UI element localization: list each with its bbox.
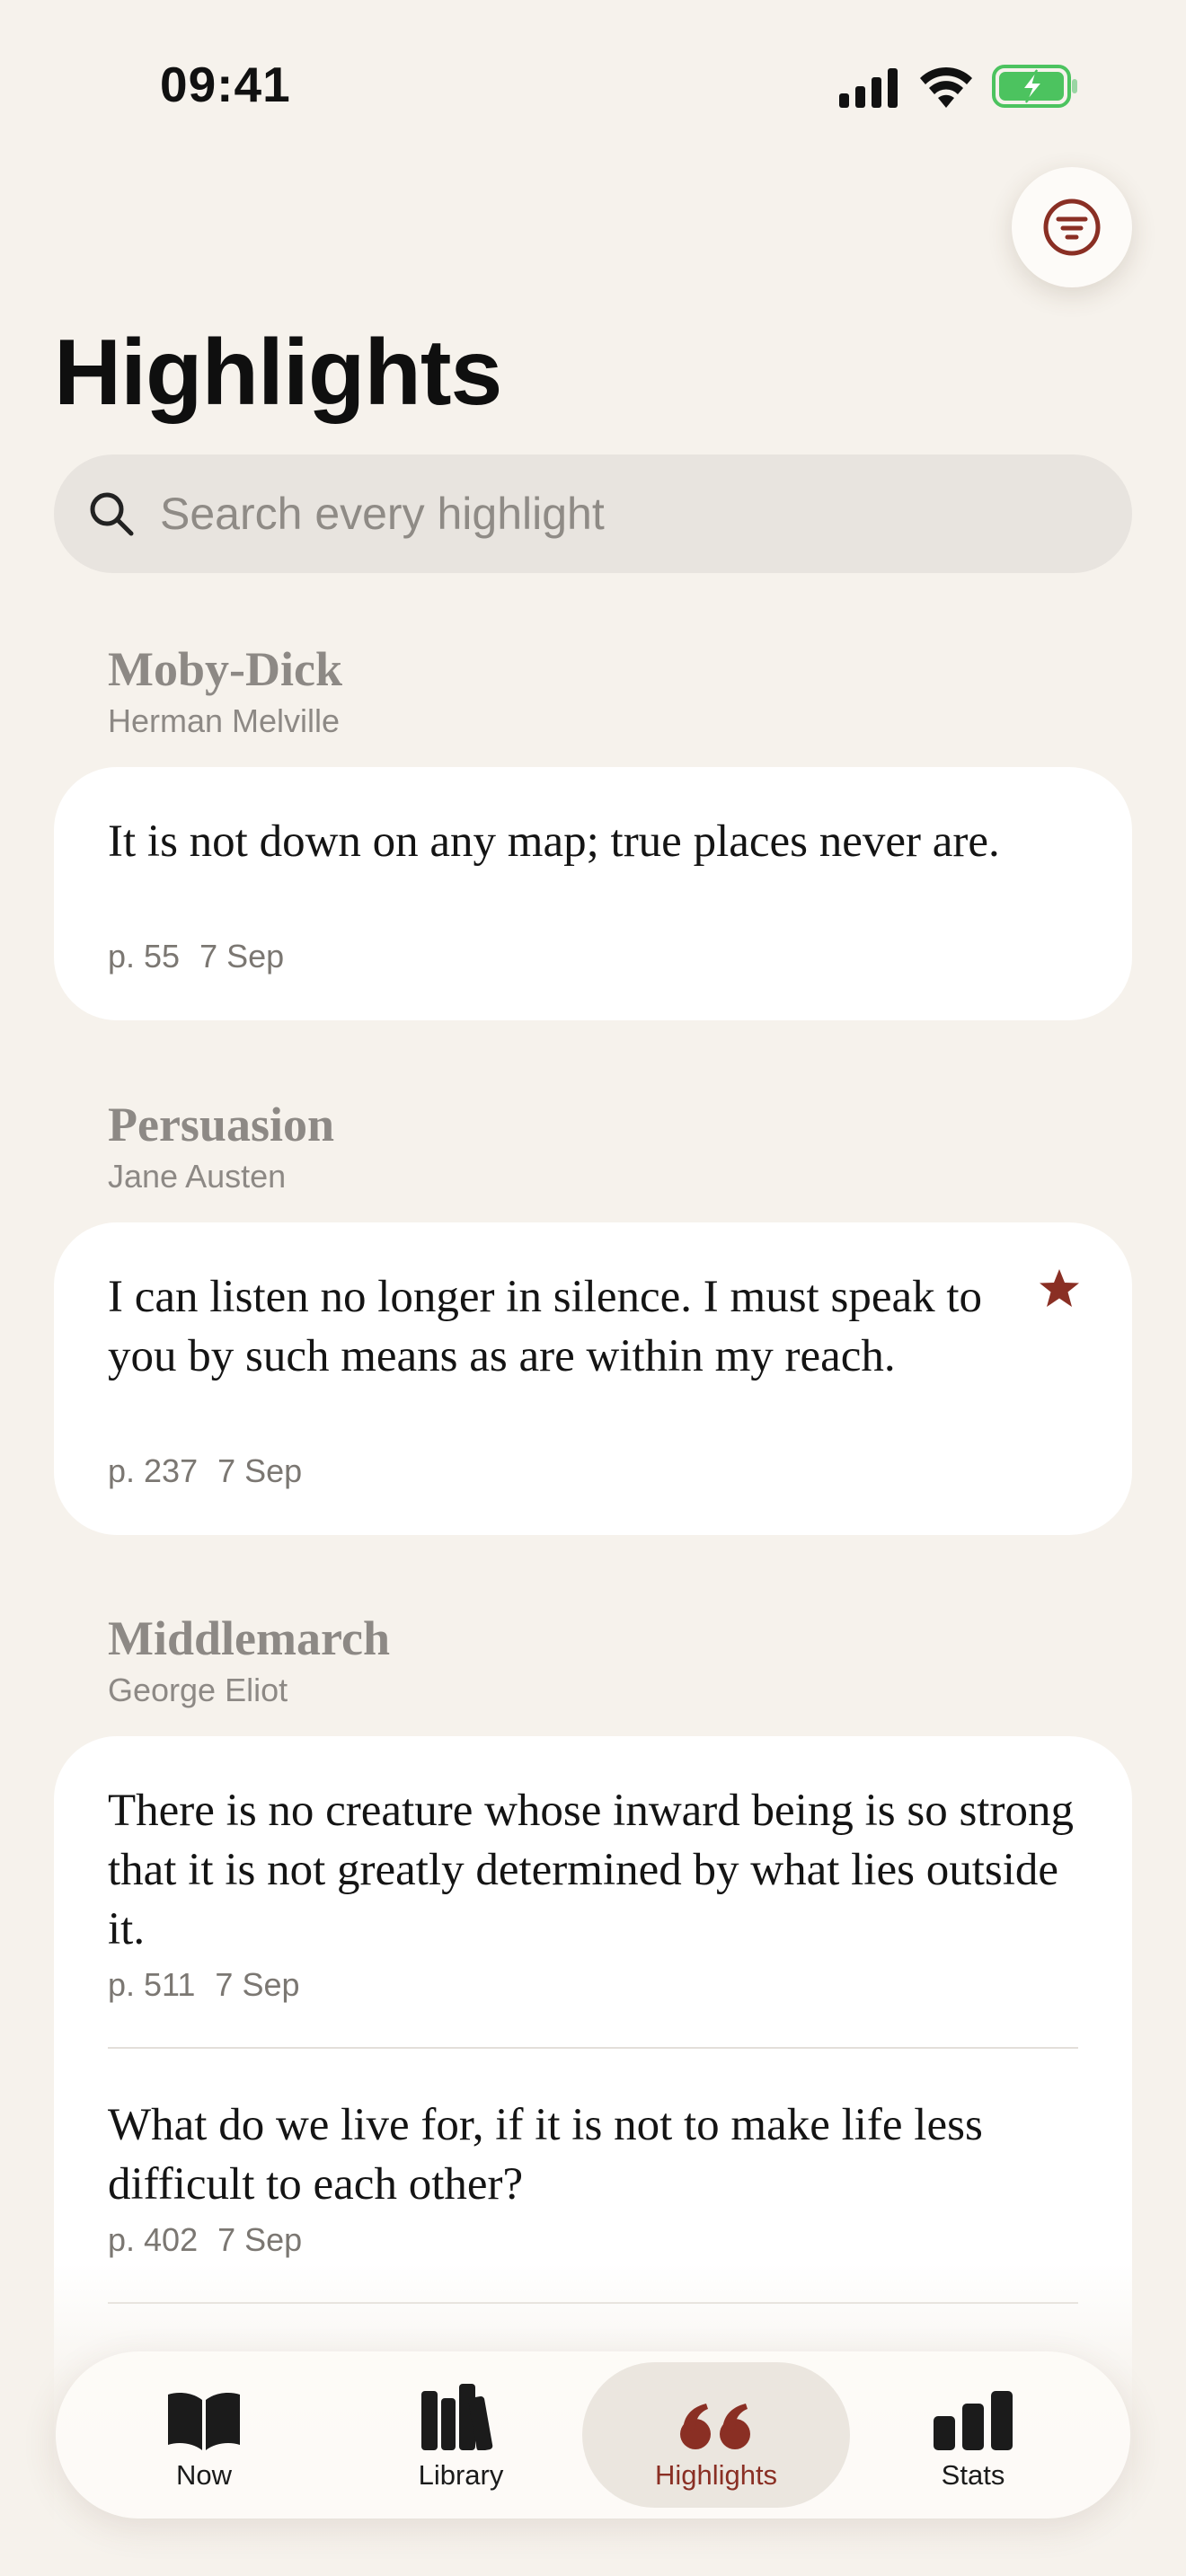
book-author: Jane Austen bbox=[108, 1158, 287, 1195]
highlight-date: 7 Sep bbox=[217, 2221, 303, 2258]
highlight-card[interactable]: It is not down on any map; true places n… bbox=[54, 767, 1132, 1020]
highlight-text: I can listen no longer in silence. I mus… bbox=[108, 1272, 983, 1381]
highlight-text: What do we live for, if it is not to mak… bbox=[108, 2100, 983, 2210]
filter-icon bbox=[1043, 198, 1101, 256]
book-author: George Eliot bbox=[108, 1672, 288, 1708]
tab-bar: Now Library Highlights Stats bbox=[56, 2351, 1130, 2519]
tab-label: Library bbox=[418, 2459, 504, 2491]
highlight-date: 7 Sep bbox=[215, 1966, 300, 2003]
filter-button[interactable] bbox=[1012, 167, 1132, 287]
highlight-meta: p. 237 7 Sep bbox=[108, 1452, 302, 1490]
highlight-page: p. 511 bbox=[108, 1966, 196, 2003]
highlight-meta: p. 402 7 Sep bbox=[108, 2221, 302, 2259]
status-time: 09:41 bbox=[160, 57, 291, 112]
tab-stats[interactable]: Stats bbox=[839, 2362, 1107, 2508]
book-title: Moby-Dick bbox=[108, 642, 342, 696]
tab-label: Highlights bbox=[654, 2459, 778, 2491]
tab-now[interactable]: Now bbox=[70, 2362, 338, 2508]
tab-label: Stats bbox=[941, 2459, 1005, 2491]
books-shelf-icon bbox=[421, 2384, 493, 2450]
search-input[interactable] bbox=[158, 487, 1060, 541]
highlight-date: 7 Sep bbox=[199, 938, 285, 975]
highlight-page: p. 237 bbox=[108, 1452, 199, 1489]
book-title: Persuasion bbox=[108, 1098, 335, 1151]
open-book-icon bbox=[168, 2393, 240, 2450]
status-icons bbox=[839, 63, 1082, 110]
highlight-date: 7 Sep bbox=[217, 1452, 303, 1489]
battery-charging-icon bbox=[992, 65, 1077, 108]
tab-library[interactable]: Library bbox=[327, 2362, 595, 2508]
book-title: Middlemarch bbox=[108, 1611, 390, 1665]
star-icon[interactable] bbox=[1038, 1267, 1081, 1309]
highlight-text: It is not down on any map; true places n… bbox=[108, 816, 1000, 867]
highlight-card[interactable]: I can listen no longer in silence. I mus… bbox=[54, 1222, 1132, 1535]
highlight-meta: p. 511 7 Sep bbox=[108, 1966, 300, 2004]
divider bbox=[108, 2047, 1078, 2049]
tab-label: Now bbox=[175, 2459, 232, 2491]
search-icon bbox=[90, 492, 134, 536]
cellular-signal-icon bbox=[839, 68, 898, 108]
book-author: Herman Melville bbox=[108, 702, 341, 739]
highlight-page: p. 55 bbox=[108, 938, 181, 975]
search-bar[interactable] bbox=[54, 454, 1132, 573]
tab-highlights[interactable]: Highlights bbox=[582, 2362, 850, 2508]
page-title: Highlights bbox=[54, 321, 502, 425]
quote-icon bbox=[680, 2404, 750, 2449]
wifi-icon bbox=[920, 66, 972, 108]
highlight-text: There is no creature whose inward being … bbox=[108, 1786, 1074, 1954]
highlight-page: p. 402 bbox=[108, 2221, 199, 2258]
bar-chart-icon bbox=[934, 2391, 1013, 2450]
highlight-meta: p. 55 7 Sep bbox=[108, 938, 284, 975]
